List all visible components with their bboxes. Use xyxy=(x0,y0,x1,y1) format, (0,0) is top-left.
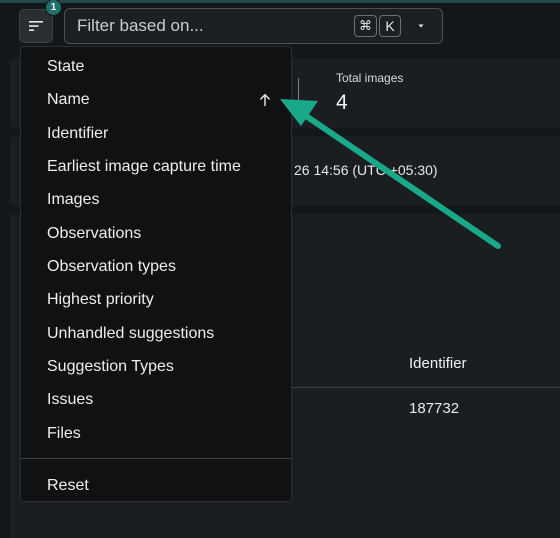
sort-menu-item-earliest-capture-time[interactable]: Earliest image capture time xyxy=(21,152,291,182)
sort-menu-item-identifier[interactable]: Identifier xyxy=(21,119,291,149)
sort-menu-item-issues[interactable]: Issues xyxy=(21,385,291,415)
sort-menu-item-unhandled-suggestions[interactable]: Unhandled suggestions xyxy=(21,319,291,349)
menu-item-label: Issues xyxy=(47,391,94,408)
caret-down-icon[interactable] xyxy=(417,22,425,30)
table-cell-identifier[interactable]: 187732 xyxy=(409,400,459,417)
sort-count-badge: 1 xyxy=(45,0,62,16)
menu-item-label: Reset xyxy=(47,477,89,494)
menu-item-label: Name xyxy=(47,91,90,108)
shortcut-cmd-key: ⌘ xyxy=(354,15,377,37)
sort-menu-item-state[interactable]: State xyxy=(21,52,291,82)
menu-item-label: Unhandled suggestions xyxy=(47,325,215,342)
shortcut-k-key: K xyxy=(379,15,401,37)
sort-menu-item-observation-types[interactable]: Observation types xyxy=(21,252,291,282)
sort-menu-item-observations[interactable]: Observations xyxy=(21,219,291,249)
sort-menu-item-images[interactable]: Images xyxy=(21,185,291,215)
column-header-identifier[interactable]: Identifier xyxy=(409,355,467,372)
sort-menu-item-highest-priority[interactable]: Highest priority xyxy=(21,285,291,315)
filter-bar[interactable]: ⌘ K xyxy=(64,8,443,44)
capture-time-text: 26 14:56 (UTC +05:30) xyxy=(294,162,438,178)
sort-menu: State Name Identifier Earliest image cap… xyxy=(20,46,292,502)
total-images-value: 4 xyxy=(336,91,348,114)
summary-divider xyxy=(298,78,299,114)
menu-divider xyxy=(21,458,291,459)
sort-menu-reset-button[interactable]: Reset xyxy=(21,471,291,501)
sort-menu-item-suggestion-types[interactable]: Suggestion Types xyxy=(21,352,291,382)
menu-item-label: Suggestion Types xyxy=(47,358,174,375)
menu-item-label: Identifier xyxy=(47,125,109,142)
menu-item-label: Earliest image capture time xyxy=(47,158,241,175)
sort-lines-icon xyxy=(29,21,43,31)
menu-item-label: Observations xyxy=(47,225,142,242)
app-window: Total images 4 26 14:56 (UTC +05:30) Ide… xyxy=(0,0,560,538)
top-accent-strip xyxy=(0,0,560,3)
sort-menu-item-files[interactable]: Files xyxy=(21,419,291,449)
arrow-up-icon xyxy=(260,94,270,107)
menu-item-label: Highest priority xyxy=(47,291,154,308)
menu-item-label: Images xyxy=(47,191,100,208)
menu-item-label: Observation types xyxy=(47,258,176,275)
menu-item-label: State xyxy=(47,58,85,75)
menu-item-label: Files xyxy=(47,425,81,442)
filter-input[interactable] xyxy=(77,9,347,43)
total-images-label: Total images xyxy=(336,71,404,85)
table-header-divider xyxy=(292,387,560,388)
sort-menu-item-name[interactable]: Name xyxy=(21,85,291,115)
